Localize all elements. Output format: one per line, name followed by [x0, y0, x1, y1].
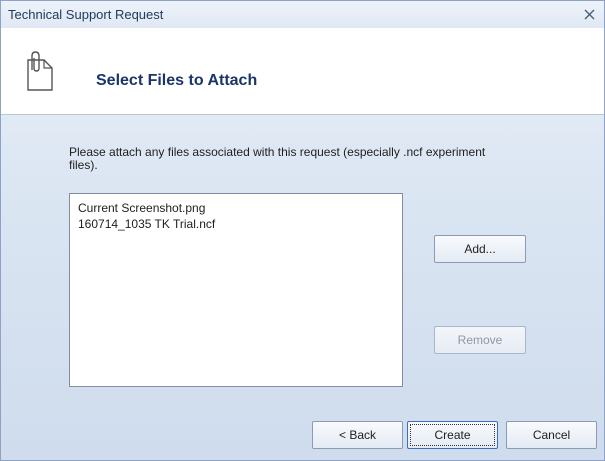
cancel-button[interactable]: Cancel: [506, 421, 597, 449]
close-button[interactable]: [580, 5, 598, 23]
wizard-header: Select Files to Attach: [1, 28, 604, 115]
window-title: Technical Support Request: [8, 7, 164, 22]
close-icon: [584, 9, 594, 19]
file-list-item[interactable]: 160714_1035 TK Trial.ncf: [78, 216, 394, 232]
create-button[interactable]: Create: [407, 421, 498, 449]
title-bar: Technical Support Request: [1, 1, 604, 28]
remove-button[interactable]: Remove: [434, 326, 526, 354]
file-list-item[interactable]: Current Screenshot.png: [78, 200, 394, 216]
paperclip-file-icon: [27, 51, 53, 91]
back-button[interactable]: < Back: [312, 421, 403, 449]
add-button[interactable]: Add...: [434, 235, 526, 263]
instructions-text: Please attach any files associated with …: [69, 145, 486, 172]
attached-files-list[interactable]: Current Screenshot.png 160714_1035 TK Tri…: [69, 193, 403, 387]
focus-ring: [410, 424, 495, 446]
dialog-window: Technical Support Request Select Files t…: [0, 0, 605, 461]
page-title: Select Files to Attach: [96, 72, 258, 89]
